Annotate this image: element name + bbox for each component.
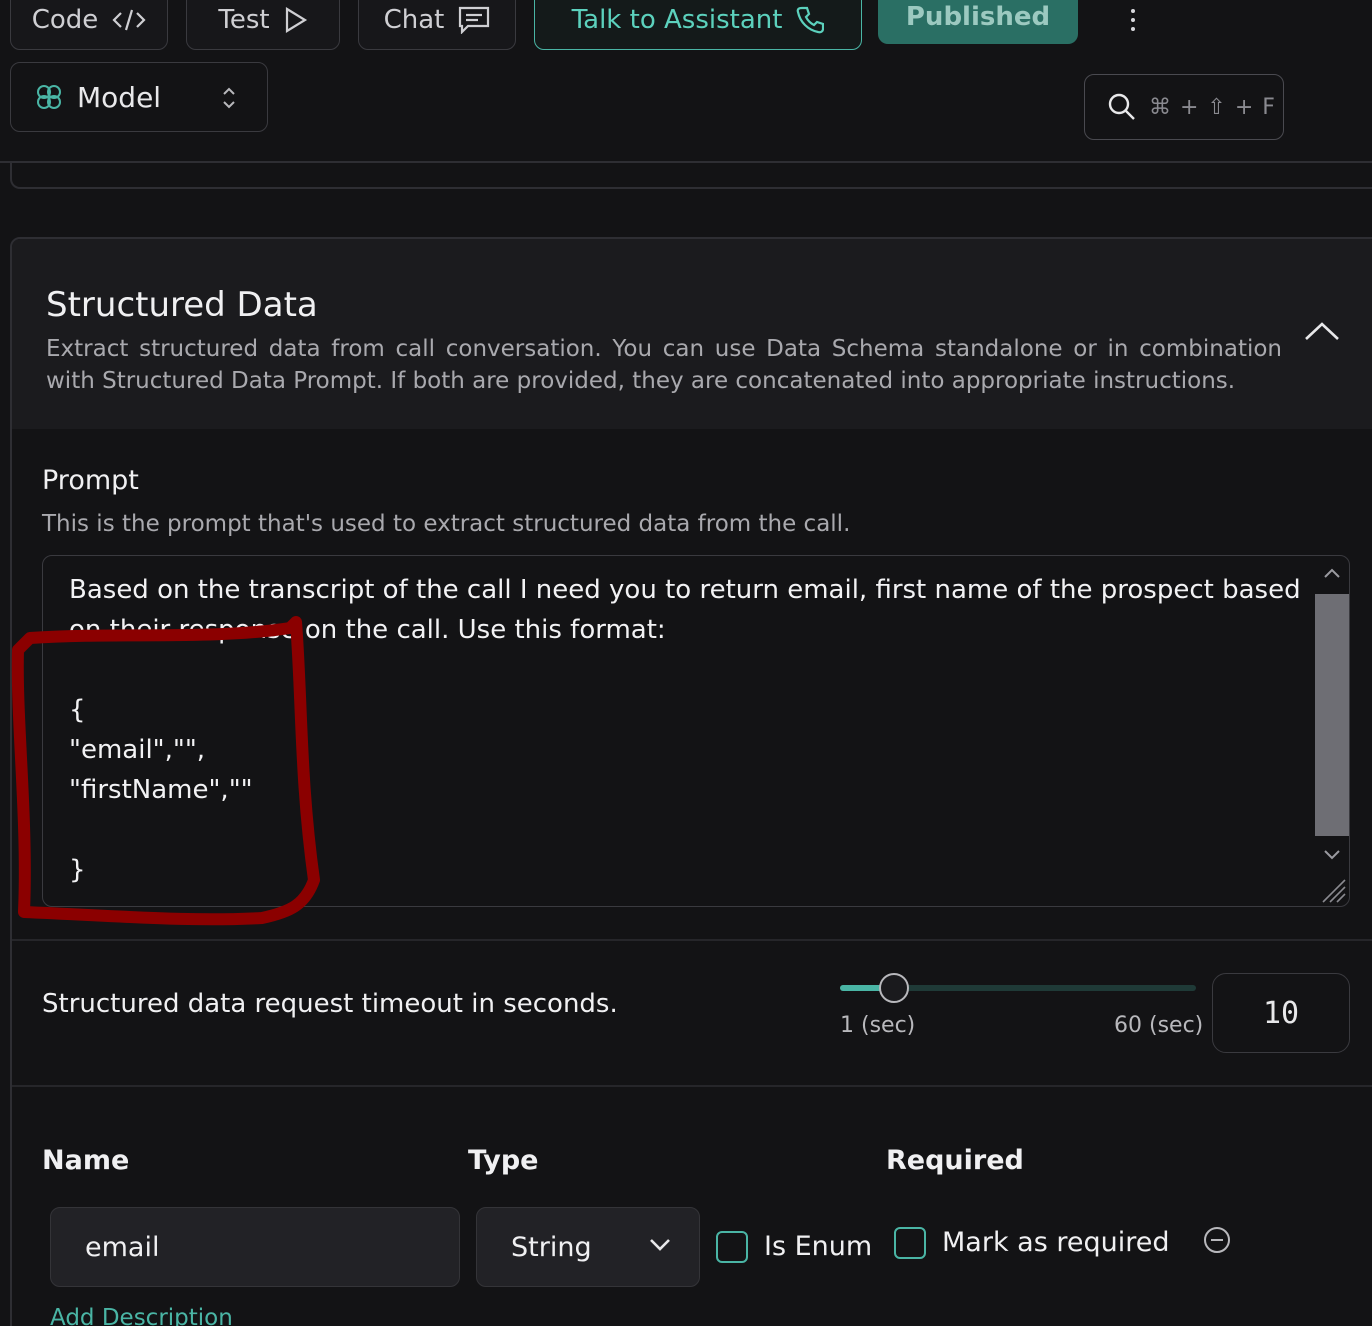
talk-to-assistant-button[interactable]: Talk to Assistant bbox=[534, 0, 862, 50]
required-checkbox[interactable] bbox=[894, 1227, 926, 1259]
is-enum-label: Is Enum bbox=[764, 1231, 873, 1262]
slider-max-label: 60 (sec) bbox=[1114, 1013, 1204, 1038]
prompt-label: Prompt bbox=[42, 465, 139, 496]
talk-button-label: Talk to Assistant bbox=[571, 5, 783, 35]
published-button[interactable]: Published bbox=[878, 0, 1078, 44]
timeout-slider[interactable] bbox=[840, 973, 1196, 1003]
schema-name-input[interactable]: email bbox=[50, 1207, 460, 1287]
code-button-label: Code bbox=[31, 5, 99, 35]
scrollbar[interactable] bbox=[1313, 556, 1349, 906]
model-select[interactable]: Model bbox=[10, 62, 268, 132]
prompt-textarea[interactable]: Based on the transcript of the call I ne… bbox=[42, 555, 1350, 907]
scroll-down-icon[interactable] bbox=[1323, 848, 1341, 862]
column-header-type: Type bbox=[468, 1145, 539, 1176]
chat-button[interactable]: Chat bbox=[358, 0, 516, 50]
section-divider bbox=[12, 939, 1372, 941]
scroll-up-icon[interactable] bbox=[1323, 566, 1341, 580]
schema-type-select[interactable]: String bbox=[476, 1207, 700, 1287]
structured-data-header[interactable]: Structured Data Extract structured data … bbox=[12, 239, 1372, 429]
is-enum-checkbox[interactable] bbox=[716, 1231, 748, 1263]
slider-min-label: 1 (sec) bbox=[840, 1013, 916, 1038]
code-icon bbox=[112, 9, 146, 31]
test-button-label: Test bbox=[218, 5, 270, 35]
timeout-input[interactable]: 10 bbox=[1212, 973, 1350, 1053]
section-divider bbox=[12, 1085, 1372, 1087]
chevron-up-icon[interactable] bbox=[1302, 317, 1342, 347]
search-icon bbox=[1108, 93, 1135, 120]
play-icon bbox=[285, 7, 307, 33]
chevron-updown-icon bbox=[223, 87, 235, 109]
timeout-label: Structured data request timeout in secon… bbox=[42, 989, 618, 1019]
test-button[interactable]: Test bbox=[186, 0, 340, 50]
scroll-thumb[interactable] bbox=[1315, 594, 1349, 836]
minus-circle-icon[interactable] bbox=[1202, 1225, 1232, 1255]
previous-card bbox=[10, 163, 1372, 189]
prompt-help-text: This is the prompt that's used to extrac… bbox=[42, 511, 851, 537]
published-label: Published bbox=[905, 2, 1051, 32]
model-select-label: Model bbox=[77, 80, 162, 114]
section-description: Extract structured data from call conver… bbox=[46, 336, 1282, 394]
search-shortcut: ⌘ + ⇧ + F bbox=[1149, 94, 1276, 120]
column-header-required: Required bbox=[886, 1145, 1024, 1176]
resize-grip-icon[interactable] bbox=[1319, 876, 1347, 904]
structured-data-card: Structured Data Extract structured data … bbox=[10, 237, 1372, 1326]
phone-icon bbox=[797, 6, 825, 34]
brain-icon bbox=[37, 85, 61, 109]
section-title: Structured Data bbox=[46, 285, 318, 325]
chevron-down-icon bbox=[650, 1239, 670, 1251]
required-label: Mark as required bbox=[942, 1227, 1170, 1258]
add-description-link[interactable]: Add Description bbox=[50, 1305, 233, 1326]
more-icon[interactable] bbox=[1118, 4, 1148, 36]
search-button[interactable]: ⌘ + ⇧ + F bbox=[1084, 74, 1284, 140]
schema-type-value: String bbox=[511, 1231, 592, 1263]
column-header-name: Name bbox=[42, 1145, 130, 1176]
code-button[interactable]: Code bbox=[10, 0, 168, 50]
chat-button-label: Chat bbox=[383, 5, 445, 35]
timeout-slider-thumb[interactable] bbox=[879, 973, 910, 1003]
chat-icon bbox=[459, 6, 490, 34]
prompt-text: Based on the transcript of the call I ne… bbox=[69, 575, 1301, 885]
